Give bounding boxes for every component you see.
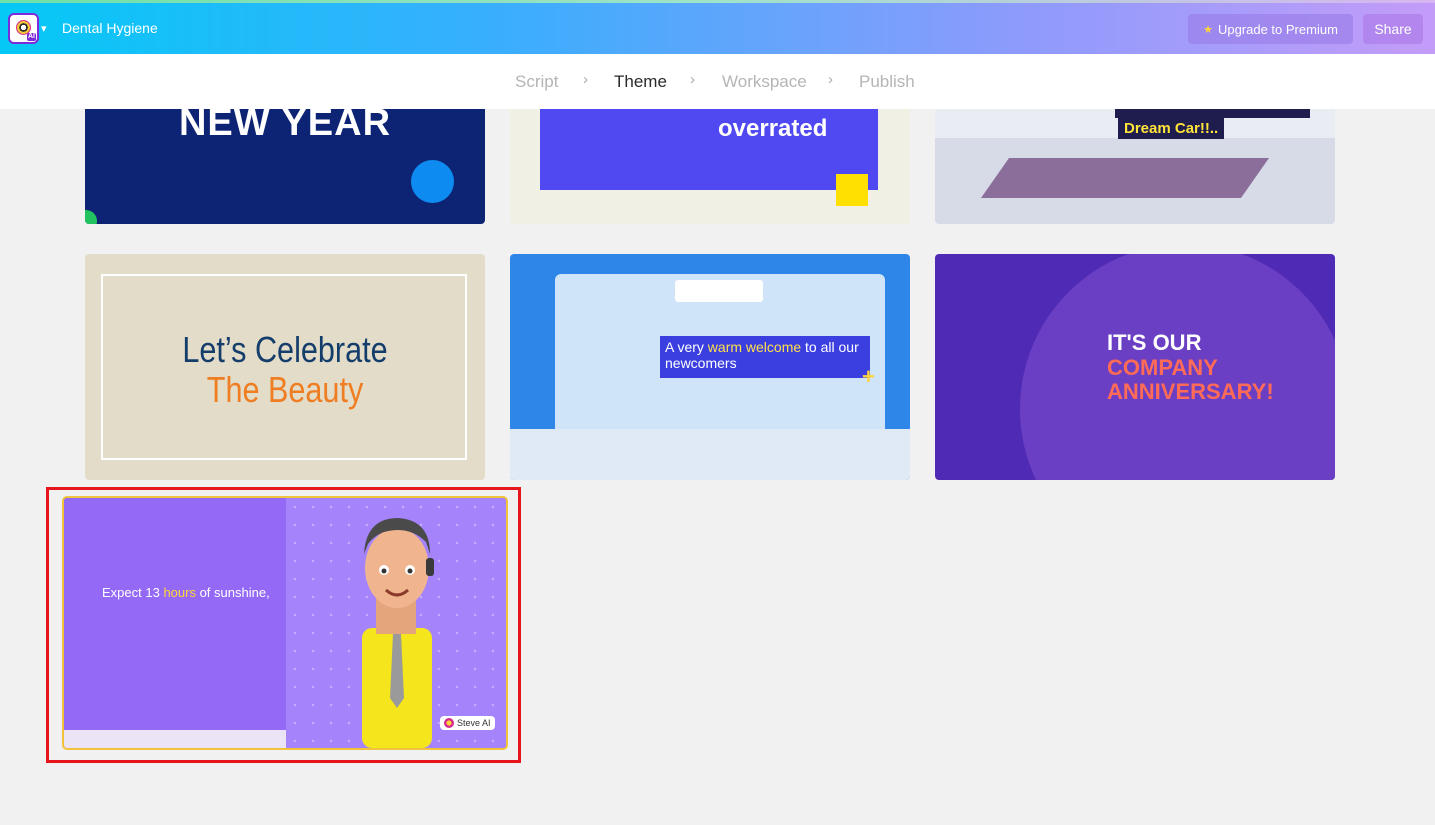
theme-text: COMPANY (1107, 355, 1218, 380)
step-theme[interactable]: Theme (614, 72, 667, 92)
ground (510, 429, 910, 480)
theme-text: Dream Car!!.. (1118, 118, 1225, 139)
character-panel (286, 498, 506, 748)
watermark-label: Steve AI (457, 718, 491, 728)
decor-circle (411, 160, 454, 203)
theme-text: Let’s Celebrate (182, 329, 388, 370)
share-button[interactable]: Share (1363, 14, 1423, 44)
bottom-strip (64, 730, 286, 748)
theme-card-fitness[interactable]: overrated (510, 98, 910, 224)
logo-badge: AI (27, 33, 36, 41)
theme-text: A very warm welcome to all our newcomers (660, 336, 870, 378)
decor-square (836, 174, 868, 206)
theme-text: overrated (718, 115, 828, 142)
watermark: Steve AI (440, 716, 495, 730)
step-script[interactable]: Script (515, 72, 558, 92)
theme-text: ANNIVERSARY! (1107, 379, 1274, 404)
plus-decor-icon: + (862, 364, 875, 389)
presenter-character (362, 518, 434, 748)
step-publish[interactable]: Publish (859, 72, 915, 92)
steve-logo-icon (444, 718, 454, 728)
theme-text: The Beauty (206, 369, 364, 410)
decor-circle (85, 210, 97, 224)
theme-text: Expect 13 hours of sunshine, (102, 585, 270, 600)
step-workspace[interactable]: Workspace (722, 72, 807, 92)
theme-card-selected[interactable]: Expect 13 hours of sunshine, Steve AI (62, 496, 508, 750)
theme-card-anniversary[interactable]: IT'S OUR COMPANY ANNIVERSARY! (935, 254, 1335, 480)
chevron-down-icon[interactable]: ▾ (41, 22, 47, 35)
theme-card-beauty[interactable]: Let’s Celebrate The Beauty (85, 254, 485, 480)
chevron-right-icon: › (583, 71, 588, 88)
project-title[interactable]: Dental Hygiene (62, 20, 158, 36)
theme-panel (540, 98, 878, 190)
upgrade-premium-label: Upgrade to Premium (1217, 21, 1338, 37)
chevron-right-icon: › (690, 71, 695, 88)
chevron-right-icon: › (828, 71, 833, 88)
star-icon: ★ (1203, 23, 1213, 36)
text-panel (64, 498, 286, 730)
upgrade-premium-button[interactable]: ★ Upgrade to Premium (1188, 14, 1353, 44)
top-bar: AI ▾ Dental Hygiene ★ Upgrade to Premium… (0, 0, 1435, 54)
workflow-stepper: Script › Theme › Workspace › Publish (0, 54, 1435, 109)
building-sign (675, 280, 763, 302)
top-stripe (0, 0, 1435, 3)
theme-text: IT'S OUR (1107, 330, 1202, 355)
app-logo[interactable]: AI (8, 13, 39, 44)
theme-card-welcome[interactable]: A very warm welcome to all our newcomers… (510, 254, 910, 480)
theme-card-dream-car[interactable]: Dream Car!!.. (935, 98, 1335, 224)
decor-road (980, 158, 1270, 198)
theme-card-new-year[interactable]: NEW YEAR (85, 98, 485, 224)
